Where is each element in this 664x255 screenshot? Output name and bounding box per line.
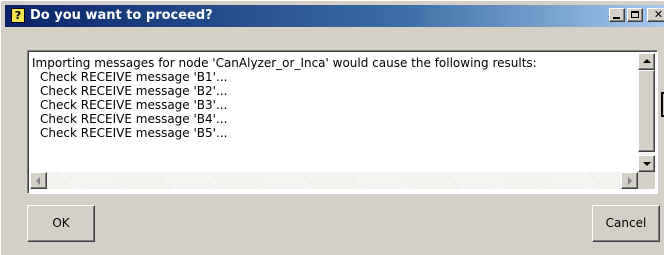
message-line: Importing messages for node 'CanAlyzer_o… (32, 56, 537, 70)
close-button[interactable]: ✕ (647, 8, 664, 22)
horizontal-scrollbar[interactable] (30, 172, 638, 189)
maximize-icon (631, 11, 639, 18)
ok-button[interactable]: OK (27, 205, 95, 242)
message-text: Importing messages for node 'CanAlyzer_o… (32, 56, 637, 169)
scroll-down-button[interactable] (638, 155, 655, 172)
minimize-button[interactable] (609, 8, 625, 22)
scrollbar-corner (638, 172, 655, 189)
scroll-right-button[interactable] (621, 172, 638, 189)
title-bar[interactable]: ? Do you want to proceed? ✕ (5, 5, 664, 27)
message-line: Check RECEIVE message 'B1'... (40, 70, 228, 84)
message-line: Check RECEIVE message 'B5'... (40, 126, 228, 140)
window-title: Do you want to proceed? (30, 8, 213, 23)
message-line: Check RECEIVE message 'B4'... (40, 112, 228, 126)
message-textbox[interactable]: Importing messages for node 'CanAlyzer_o… (27, 50, 658, 194)
message-line: Check RECEIVE message 'B3'... (40, 98, 228, 112)
scroll-left-button[interactable] (30, 172, 47, 189)
vertical-scrollbar[interactable] (638, 53, 655, 172)
proceed-dialog: ? Do you want to proceed? ✕ Importing me… (0, 0, 664, 255)
arrow-down-icon (643, 162, 651, 166)
scroll-thumb[interactable] (638, 70, 655, 152)
message-line: Check RECEIVE message 'B2'... (40, 84, 228, 98)
cancel-button[interactable]: Cancel (592, 205, 660, 242)
minimize-icon (613, 17, 620, 19)
arrow-left-icon (36, 177, 40, 185)
arrow-right-icon (628, 177, 632, 185)
close-icon: ✕ (653, 8, 664, 21)
arrow-up-icon (643, 59, 651, 63)
question-icon: ? (11, 8, 25, 23)
maximize-button[interactable] (627, 8, 643, 22)
scroll-up-button[interactable] (638, 53, 655, 70)
